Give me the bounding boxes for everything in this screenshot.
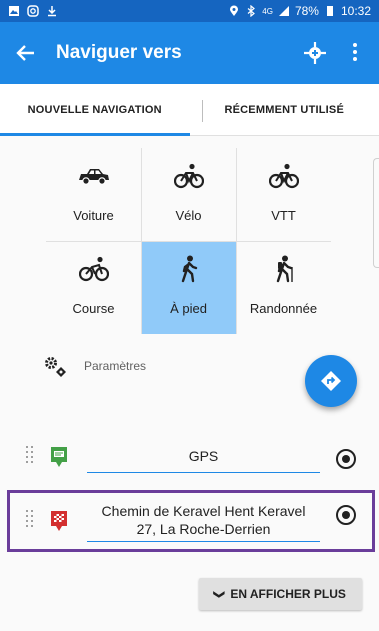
- mode-label: À pied: [170, 301, 207, 316]
- finish-flag-icon: [51, 511, 67, 531]
- mode-mtb[interactable]: VTT: [236, 148, 331, 241]
- clock: 10:32: [340, 4, 371, 18]
- instagram-notification-icon: [27, 5, 39, 17]
- mode-label: Course: [72, 301, 115, 316]
- mode-race[interactable]: Course: [46, 241, 141, 334]
- show-more-label: EN AFFICHER PLUS: [230, 587, 346, 601]
- drag-handle-icon[interactable]: [26, 510, 34, 532]
- navigate-fab[interactable]: [305, 355, 357, 407]
- tab-recently-used[interactable]: RÉCEMMENT UTILISÉ: [190, 84, 379, 135]
- directions-icon: [321, 371, 341, 391]
- waypoint-destination-row: Chemin de Keravel Hent Keravel 27, La Ro…: [0, 500, 379, 544]
- drag-handle-icon[interactable]: [26, 446, 34, 468]
- mode-walk[interactable]: À pied: [141, 241, 236, 334]
- mode-car[interactable]: Voiture: [46, 148, 141, 241]
- network-type: 4G: [262, 6, 273, 16]
- tab-bar: NOUVELLE NAVIGATION RÉCEMMENT UTILISÉ: [0, 84, 379, 136]
- destination-target-radio[interactable]: [336, 505, 356, 525]
- app-bar: Naviguer vers: [0, 22, 379, 84]
- mode-label: Vélo: [175, 208, 202, 223]
- grid-divider: [46, 241, 331, 242]
- start-point-field[interactable]: GPS: [87, 448, 320, 473]
- overflow-menu-icon[interactable]: [350, 40, 360, 66]
- status-bar: 4G 78% 10:32: [0, 0, 379, 22]
- transport-mode-grid: Voiture Vélo VTT Course À pied Randonnée: [46, 148, 331, 334]
- settings-label: Paramètres: [84, 359, 147, 373]
- mode-label: Voiture: [73, 208, 114, 223]
- mode-label: VTT: [271, 208, 296, 223]
- hiking-icon: [276, 255, 293, 283]
- bicycle-icon: [173, 163, 204, 189]
- image-notification-icon: [9, 6, 19, 16]
- walking-icon: [181, 255, 197, 283]
- battery-icon: [326, 6, 333, 16]
- mode-bike[interactable]: Vélo: [141, 148, 236, 241]
- destination-line-2: 27, La Roche-Derrien: [136, 521, 271, 537]
- mode-label: Randonnée: [249, 301, 318, 316]
- settings-row[interactable]: Paramètres: [44, 355, 146, 377]
- tab-new-navigation[interactable]: NOUVELLE NAVIGATION: [0, 84, 190, 136]
- location-icon: [230, 5, 239, 16]
- signal-icon: [278, 6, 289, 16]
- car-icon: [78, 169, 109, 185]
- gears-icon: [45, 357, 66, 377]
- side-panel-edge: [373, 158, 379, 268]
- bluetooth-icon: [247, 5, 256, 17]
- tab-divider: [202, 100, 203, 122]
- start-point-value: GPS: [188, 448, 219, 464]
- destination-field[interactable]: Chemin de Keravel Hent Keravel 27, La Ro…: [87, 502, 320, 542]
- mode-hike[interactable]: Randonnée: [236, 241, 331, 334]
- start-point-target-radio[interactable]: [336, 449, 356, 469]
- start-flag-icon: [51, 447, 67, 467]
- page-title: Naviguer vers: [56, 42, 182, 63]
- chevron-down-icon: ❯: [213, 589, 226, 599]
- mountain-bike-icon: [268, 163, 299, 189]
- download-notification-icon: [48, 6, 56, 17]
- cycling-icon: [78, 256, 109, 282]
- destination-line-1: Chemin de Keravel Hent Keravel: [101, 503, 306, 519]
- show-more-button[interactable]: ❯ EN AFFICHER PLUS: [199, 578, 362, 610]
- add-waypoint-icon[interactable]: [303, 41, 327, 65]
- waypoint-start-row: GPS: [0, 442, 379, 478]
- back-arrow-icon[interactable]: [14, 41, 38, 65]
- battery-percent: 78%: [294, 4, 319, 18]
